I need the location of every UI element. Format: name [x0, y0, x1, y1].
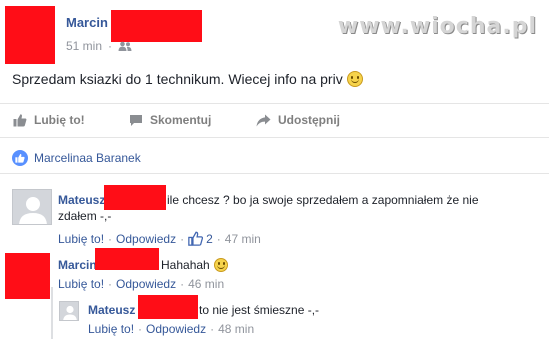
comment-actions: Lubię to! · Odpowiedz · 46 min: [58, 277, 224, 291]
share-arrow-icon: [256, 114, 271, 126]
reply-author-surname-redacted: [138, 295, 198, 319]
dot-separator: ·: [138, 322, 143, 336]
reply-author-name[interactable]: Mateusz: [88, 303, 135, 317]
comment-button-label: Skomentuj: [150, 113, 212, 127]
commenter-avatar[interactable]: [12, 189, 52, 225]
dot-separator: ·: [180, 277, 185, 291]
dot-separator: ·: [108, 231, 113, 246]
watermark: www.wiocha.pl: [337, 14, 537, 39]
friends-icon[interactable]: [118, 41, 132, 51]
dot-separator: ·: [180, 231, 185, 246]
comment-like-link[interactable]: Lubię to!: [58, 277, 104, 291]
like-count: 2: [206, 231, 213, 246]
comment-text: Hahahah: [161, 257, 228, 273]
comment-time[interactable]: 47 min: [225, 232, 261, 246]
post-meta: 51 min ·: [66, 39, 132, 53]
likers-name[interactable]: Marcelinaa Baranek: [34, 151, 141, 165]
comment-text-line: ile chcesz ? bo ja swoje sprzedałem a za…: [167, 193, 479, 207]
reply-actions: Lubię to! · Odpowiedz · 48 min: [88, 322, 254, 336]
reply-thread-line: [51, 287, 53, 339]
smiley-emoji-icon: [213, 258, 228, 272]
thumbs-up-icon: [13, 114, 27, 127]
thumbs-up-outline-icon: [188, 231, 204, 246]
reply-avatar[interactable]: [59, 301, 79, 321]
comment-author-surname-redacted: [95, 248, 159, 270]
divider: [0, 103, 549, 104]
like-button[interactable]: Lubię to!: [13, 113, 85, 127]
comment-author-name[interactable]: Marcin: [58, 258, 97, 272]
dot-separator: ·: [216, 231, 221, 246]
post-author-name[interactable]: Marcin: [66, 15, 108, 30]
like-button-label: Lubię to!: [34, 113, 85, 127]
reply-time[interactable]: 48 min: [218, 322, 254, 336]
author-surname-redacted: [111, 10, 202, 42]
commenter-avatar-redacted[interactable]: [5, 253, 50, 299]
post-text-content: Sprzedam ksiazki do 1 technikum. Wiecej …: [12, 71, 343, 87]
comment-like-link[interactable]: Lubię to!: [58, 232, 104, 246]
comment-button[interactable]: Skomentuj: [129, 113, 211, 127]
comment-text-content: Hahahah: [161, 258, 210, 272]
comment-actions: Lubię to! · Odpowiedz · 2 · 47 min: [58, 231, 261, 246]
reply-text: to nie jest śmieszne -,-: [199, 303, 320, 317]
divider: [0, 173, 549, 174]
share-button-label: Udostępnij: [278, 113, 340, 127]
reply-reply-link[interactable]: Odpowiedz: [146, 322, 206, 336]
comment-like-count[interactable]: 2: [188, 231, 213, 246]
post-text: Sprzedam ksiazki do 1 technikum. Wiecej …: [12, 71, 363, 87]
reply-like-link[interactable]: Lubię to!: [88, 322, 134, 336]
likes-summary[interactable]: Marcelinaa Baranek: [12, 150, 141, 166]
smiley-emoji-icon: [346, 71, 363, 87]
comment-reply-link[interactable]: Odpowiedz: [116, 277, 176, 291]
divider: [0, 137, 549, 138]
like-reaction-icon: [12, 150, 28, 166]
dot-separator: ·: [108, 277, 113, 291]
comment-text-line: zdałem -,-: [58, 209, 112, 223]
comment-icon: [130, 114, 142, 126]
comment-author-surname-redacted: [104, 185, 166, 210]
comment-time[interactable]: 46 min: [188, 277, 224, 291]
post-time[interactable]: 51 min: [66, 39, 102, 53]
dot-separator: ·: [210, 322, 215, 336]
comment-reply-link[interactable]: Odpowiedz: [116, 232, 176, 246]
share-button[interactable]: Udostępnij: [256, 113, 340, 127]
avatar-redacted[interactable]: [5, 6, 55, 64]
dot-separator: ·: [108, 39, 113, 53]
comment-author-name[interactable]: Mateusz: [58, 193, 105, 207]
